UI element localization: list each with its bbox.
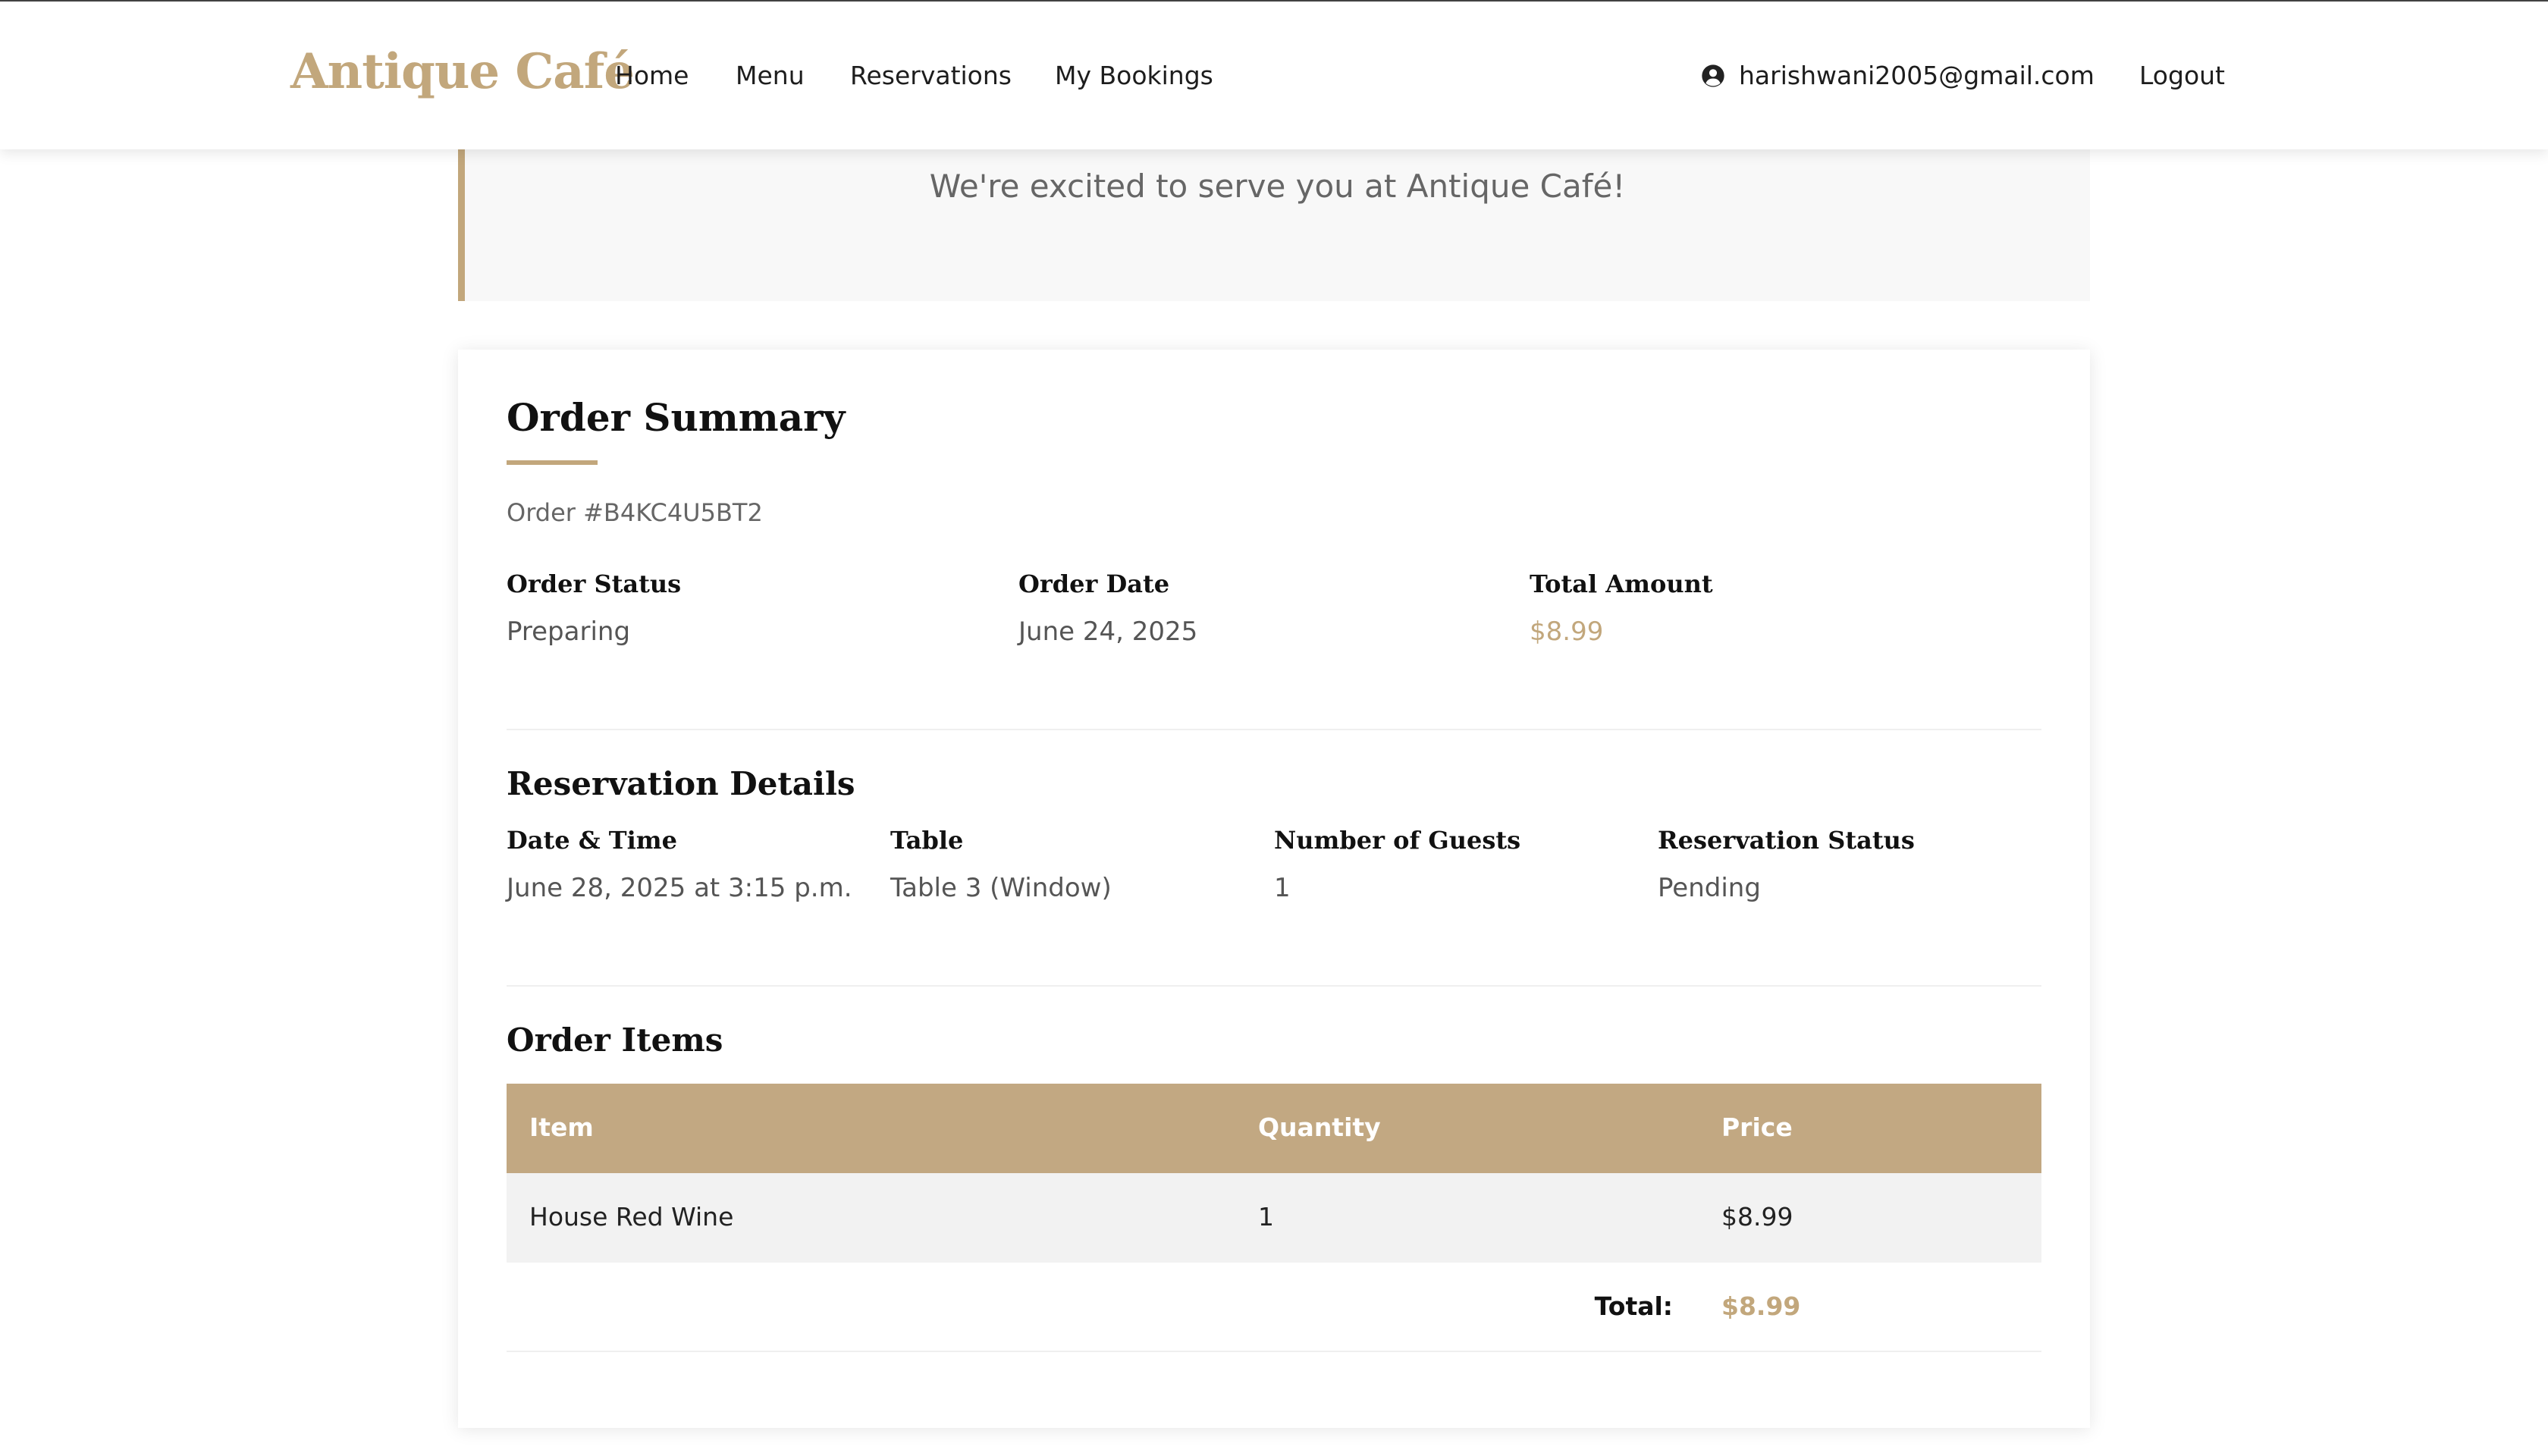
user-circle-icon — [1702, 64, 1724, 87]
reservation-details-title: Reservation Details — [507, 765, 855, 802]
item-price: $8.99 — [1721, 1202, 1793, 1232]
order-status-label: Order Status — [507, 570, 682, 598]
table-label: Table — [890, 826, 964, 855]
table-value: Table 3 (Window) — [890, 873, 1112, 903]
brand-logo[interactable]: Antique Café — [290, 43, 635, 100]
column-header-item: Item — [529, 1112, 594, 1142]
guests-value: 1 — [1274, 873, 1291, 903]
title-underline — [507, 460, 598, 465]
order-summary-title: Order Summary — [507, 395, 846, 440]
order-date-label: Order Date — [1018, 570, 1170, 598]
nav-reservations-link[interactable]: Reservations — [850, 61, 1012, 90]
order-items-title: Order Items — [507, 1021, 723, 1059]
item-name: House Red Wine — [529, 1202, 734, 1232]
user-account[interactable]: harishwani2005@gmail.com — [1701, 61, 2095, 90]
banner-message: We're excited to serve you at Antique Ca… — [929, 168, 1626, 205]
navbar: Antique Café Home Menu Reservations My B… — [0, 2, 2548, 149]
nav-my-bookings-link[interactable]: My Bookings — [1055, 61, 1213, 90]
total-value: $8.99 — [1721, 1291, 1801, 1321]
table-row: House Red Wine 1 $8.99 — [507, 1173, 2041, 1263]
total-label: Total: — [1594, 1291, 1673, 1321]
order-summary-card: Order Summary Order #B4KC4U5BT2 Order St… — [458, 350, 2090, 1428]
date-time-value: June 28, 2025 at 3:15 p.m. — [507, 873, 852, 903]
order-status-value: Preparing — [507, 617, 631, 647]
user-email: harishwani2005@gmail.com — [1739, 61, 2095, 90]
reservation-status-value: Pending — [1658, 873, 1761, 903]
item-quantity: 1 — [1258, 1202, 1274, 1232]
order-number: Order #B4KC4U5BT2 — [507, 498, 763, 527]
logout-link[interactable]: Logout — [2139, 61, 2225, 90]
column-header-price: Price — [1721, 1112, 1793, 1142]
table-header: Item Quantity Price — [507, 1084, 2041, 1173]
section-divider — [507, 985, 2041, 987]
order-items-table: Item Quantity Price House Red Wine 1 $8.… — [507, 1084, 2041, 1352]
order-date-value: June 24, 2025 — [1018, 617, 1198, 647]
welcome-banner: We're excited to serve you at Antique Ca… — [458, 149, 2090, 301]
total-row: Total: $8.99 — [507, 1263, 2041, 1352]
total-amount-value: $8.99 — [1530, 617, 1604, 647]
guests-label: Number of Guests — [1274, 826, 1521, 855]
nav-menu-link[interactable]: Menu — [736, 61, 805, 90]
total-amount-label: Total Amount — [1530, 570, 1713, 598]
section-divider — [507, 729, 2041, 730]
date-time-label: Date & Time — [507, 826, 677, 855]
reservation-status-label: Reservation Status — [1658, 826, 1915, 855]
nav-home-link[interactable]: Home — [615, 61, 689, 90]
column-header-quantity: Quantity — [1258, 1112, 1381, 1142]
